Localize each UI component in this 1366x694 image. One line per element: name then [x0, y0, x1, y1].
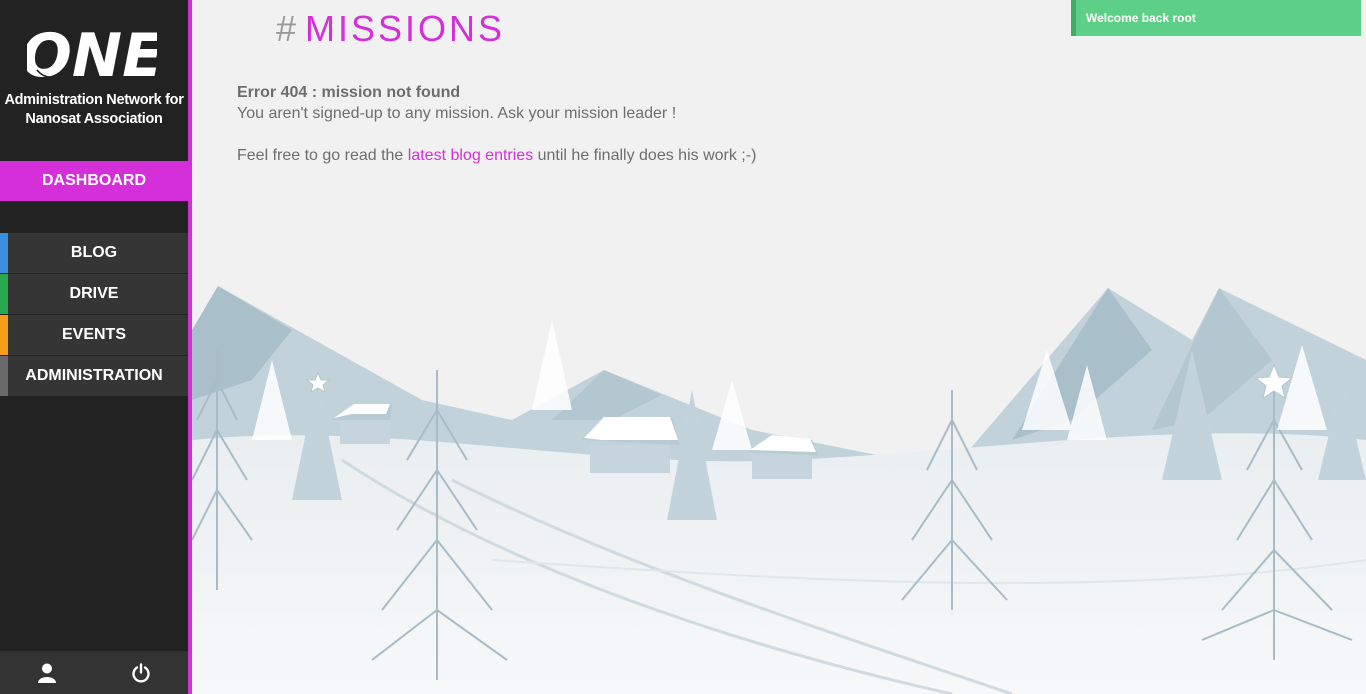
error-message: You aren't signed-up to any mission. Ask… [237, 105, 677, 122]
brand-subtitle-line2: Nanosat Association [25, 111, 163, 127]
blog-suggestion-prefix: Feel free to go read the [237, 147, 408, 164]
main-content: # MISSIONS Error 404 : mission not found … [192, 0, 1366, 694]
sidebar-footer [0, 651, 188, 694]
title-text: MISSIONS [305, 8, 506, 49]
sidebar-item-drive[interactable]: DRIVE [0, 274, 188, 314]
brand-subtitle: Administration Network for Nanosat Assoc… [0, 91, 188, 129]
error-title: Error 404 : mission not found [237, 84, 461, 101]
user-icon [38, 663, 56, 683]
notification-message: Welcome back root [1086, 11, 1196, 25]
one-logo[interactable]: ONE [27, 20, 157, 86]
welcome-notification[interactable]: Welcome back root [1071, 0, 1361, 36]
latest-blog-entries-link[interactable]: latest blog entries [408, 147, 533, 164]
sidebar-item-stripe [0, 356, 8, 396]
profile-button[interactable] [0, 651, 94, 694]
dashboard-button[interactable]: DASHBOARD [0, 161, 188, 201]
sidebar-item-stripe [0, 315, 8, 355]
sidebar: ONE Administration Network for Nanosat A… [0, 0, 188, 694]
brand-subtitle-line1: Administration Network for [4, 92, 184, 108]
sidebar-item-label: ADMINISTRATION [25, 367, 163, 384]
blog-suggestion: Feel free to go read the latest blog ent… [237, 145, 756, 166]
sidebar-item-events[interactable]: EVENTS [0, 315, 188, 355]
sidebar-item-label: BLOG [70, 244, 118, 261]
brand: ONE Administration Network for Nanosat A… [0, 0, 188, 161]
sidebar-item-administration[interactable]: ADMINISTRATION [0, 356, 188, 396]
sidebar-item-label: DRIVE [69, 285, 119, 302]
sidebar-nav: BLOG DRIVE EVENTS ADMINISTRATION [0, 233, 188, 397]
sidebar-item-stripe [0, 274, 8, 314]
page-title: # MISSIONS [276, 8, 505, 50]
mission-message: Error 404 : mission not found You aren't… [237, 82, 756, 166]
sidebar-item-stripe [0, 233, 8, 273]
logout-button[interactable] [94, 651, 188, 694]
sidebar-item-label: EVENTS [61, 326, 126, 343]
blog-suggestion-suffix: until he finally does his work ;-) [533, 147, 757, 164]
title-hash: # [276, 8, 300, 49]
sidebar-item-blog[interactable]: BLOG [0, 233, 188, 273]
power-icon [132, 662, 150, 682]
